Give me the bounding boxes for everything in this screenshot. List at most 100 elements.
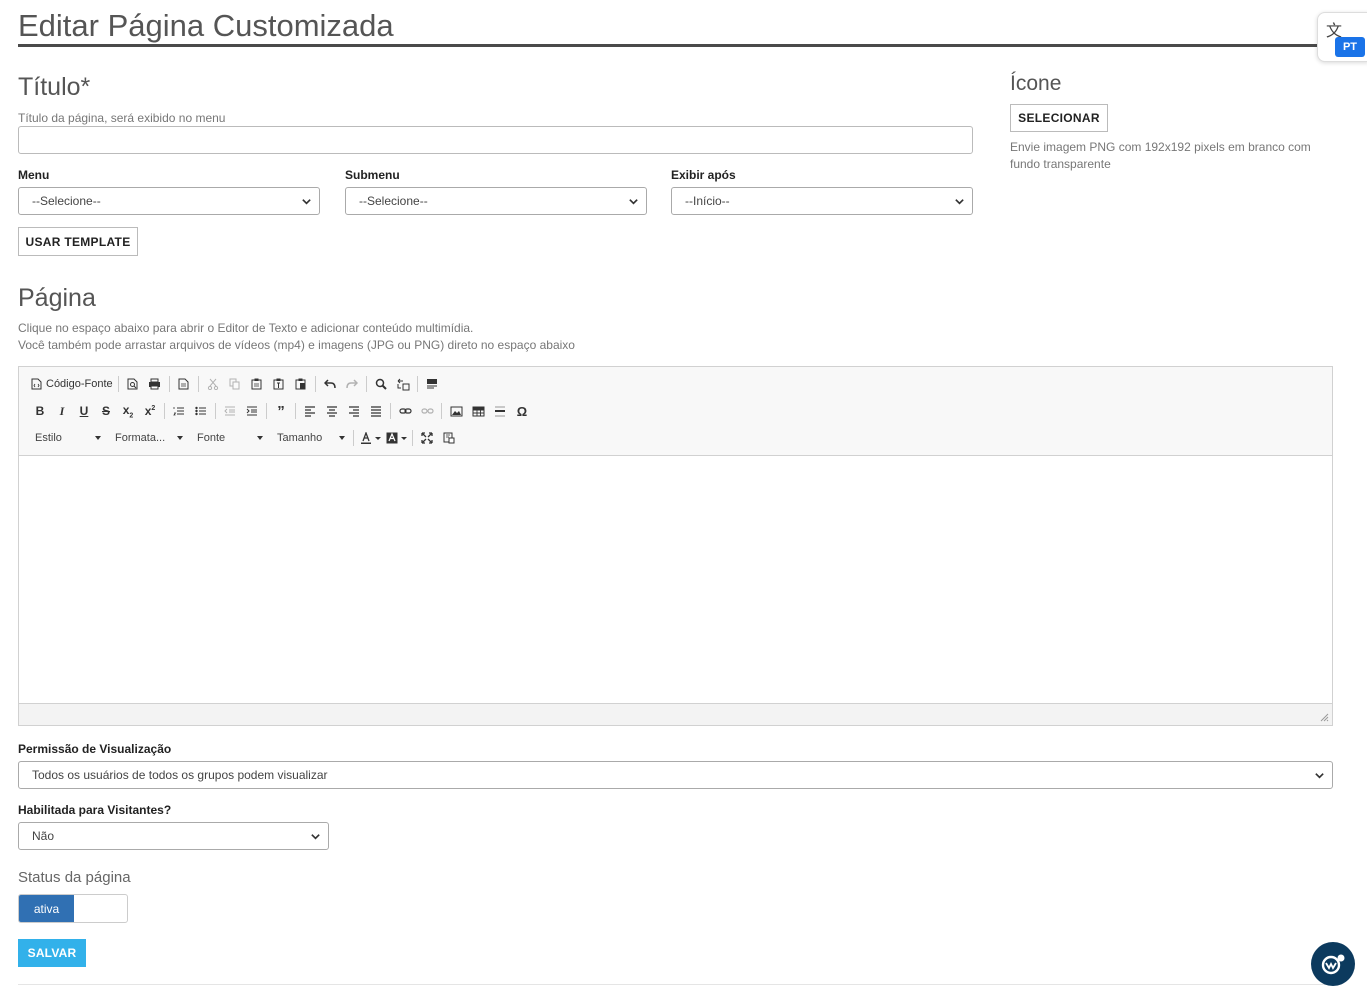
align-left-button[interactable] bbox=[299, 401, 321, 421]
show-blocks-button[interactable] bbox=[421, 374, 443, 394]
format-combo[interactable]: Formata... bbox=[109, 428, 187, 448]
about-button[interactable] bbox=[438, 428, 460, 448]
font-combo-label: Fonte bbox=[197, 432, 226, 444]
toolbar-separator bbox=[390, 403, 391, 419]
toolbar-separator bbox=[365, 376, 367, 392]
link-button[interactable] bbox=[394, 401, 416, 421]
exibir-apos-select[interactable]: --Início-- bbox=[671, 187, 973, 215]
toolbar-separator bbox=[416, 376, 418, 392]
source-button[interactable]: Código-Fonte bbox=[29, 374, 115, 394]
copy-icon bbox=[229, 378, 240, 390]
status-label: Status da página bbox=[18, 869, 131, 886]
replace-icon bbox=[397, 378, 410, 390]
about-icon bbox=[443, 432, 455, 444]
toolbar-separator bbox=[353, 430, 354, 446]
chat-support-button[interactable] bbox=[1311, 942, 1355, 986]
align-right-button[interactable] bbox=[343, 401, 365, 421]
visitors-select[interactable]: Não bbox=[18, 822, 329, 850]
page-help-line1: Clique no espaço abaixo para abrir o Edi… bbox=[18, 321, 474, 335]
show-blocks-icon bbox=[426, 379, 437, 389]
caret-down-icon bbox=[374, 436, 381, 440]
toolbar-row-1: Código-Fonte bbox=[29, 373, 443, 395]
exibir-apos-label: Exibir após bbox=[671, 168, 736, 182]
replace-button[interactable] bbox=[392, 374, 414, 394]
horizontal-rule-button[interactable] bbox=[489, 401, 511, 421]
templates-button[interactable] bbox=[173, 374, 195, 394]
resize-handle-icon[interactable] bbox=[1320, 713, 1329, 722]
permission-select-value: Todos os usuários de todos os grupos pod… bbox=[32, 768, 328, 782]
cut-icon bbox=[207, 378, 218, 390]
toolbar-separator bbox=[266, 403, 267, 419]
unlink-button[interactable] bbox=[416, 401, 438, 421]
link-icon bbox=[398, 408, 412, 414]
find-button[interactable] bbox=[370, 374, 392, 394]
special-char-icon: Ω bbox=[516, 403, 528, 419]
font-combo[interactable]: Fonte bbox=[191, 428, 267, 448]
chevron-down-icon bbox=[1315, 773, 1324, 779]
paste-text-button[interactable] bbox=[268, 374, 290, 394]
bulleted-list-button[interactable] bbox=[190, 401, 212, 421]
maximize-button[interactable] bbox=[416, 428, 438, 448]
paste-icon bbox=[251, 378, 262, 390]
subscript-button[interactable]: x2 bbox=[117, 401, 139, 421]
save-button[interactable]: SALVAR bbox=[18, 939, 86, 967]
submenu-select[interactable]: --Selecione-- bbox=[345, 187, 647, 215]
menu-label: Menu bbox=[18, 168, 50, 182]
strike-button[interactable]: S bbox=[95, 401, 117, 421]
table-icon bbox=[472, 406, 484, 416]
print-button[interactable] bbox=[144, 374, 166, 394]
justify-icon bbox=[371, 406, 381, 417]
numbered-list-button[interactable] bbox=[168, 401, 190, 421]
italic-button[interactable]: I bbox=[51, 401, 73, 421]
status-toggle-on: ativa bbox=[19, 895, 74, 922]
paste-word-button[interactable] bbox=[290, 374, 312, 394]
blockquote-button[interactable]: ” bbox=[270, 401, 292, 421]
icon-heading: Ícone bbox=[1010, 72, 1062, 95]
text-color-button[interactable] bbox=[357, 428, 383, 448]
language-badge: PT bbox=[1335, 37, 1365, 57]
menu-select[interactable]: --Selecione-- bbox=[18, 187, 320, 215]
maximize-icon bbox=[421, 432, 433, 444]
align-center-icon bbox=[327, 406, 337, 417]
indent-button[interactable] bbox=[241, 401, 263, 421]
superscript-icon: x2 bbox=[144, 404, 156, 418]
special-char-button[interactable]: Ω bbox=[511, 401, 533, 421]
submenu-label: Submenu bbox=[345, 168, 400, 182]
preview-button[interactable] bbox=[122, 374, 144, 394]
superscript-button[interactable]: x2 bbox=[139, 401, 161, 421]
bg-color-icon bbox=[386, 432, 397, 444]
align-center-button[interactable] bbox=[321, 401, 343, 421]
toolbar-row-3: Estilo Formata... Fonte Tamanho bbox=[29, 427, 460, 449]
title-input[interactable] bbox=[18, 126, 973, 154]
unlink-icon bbox=[420, 408, 434, 414]
subscript-icon: x2 bbox=[122, 402, 134, 420]
style-combo[interactable]: Estilo bbox=[29, 428, 105, 448]
bold-icon: B bbox=[35, 404, 45, 418]
underline-button[interactable]: U bbox=[73, 401, 95, 421]
editor-toolbar: Código-Fonte B I U S x2 x2 ” Ω Estilo Fo… bbox=[19, 367, 1332, 456]
select-icon-button[interactable]: SELECIONAR bbox=[1010, 104, 1108, 132]
undo-button[interactable] bbox=[319, 374, 341, 394]
paste-button[interactable] bbox=[246, 374, 268, 394]
table-button[interactable] bbox=[467, 401, 489, 421]
size-combo[interactable]: Tamanho bbox=[271, 428, 349, 448]
translate-widget[interactable]: 文 PT bbox=[1317, 12, 1367, 62]
numbered-list-icon bbox=[173, 407, 184, 416]
bg-color-button[interactable] bbox=[383, 428, 409, 448]
justify-button[interactable] bbox=[365, 401, 387, 421]
bulleted-list-icon bbox=[195, 406, 206, 416]
toolbar-separator bbox=[441, 403, 442, 419]
bold-button[interactable]: B bbox=[29, 401, 51, 421]
use-template-button[interactable]: USAR TEMPLATE bbox=[18, 227, 138, 256]
chevron-down-icon bbox=[955, 199, 964, 205]
image-button[interactable] bbox=[445, 401, 467, 421]
outdent-button[interactable] bbox=[219, 401, 241, 421]
toolbar-separator bbox=[314, 376, 316, 392]
style-combo-label: Estilo bbox=[35, 432, 62, 444]
editor-content-area[interactable] bbox=[19, 456, 1332, 704]
permission-select[interactable]: Todos os usuários de todos os grupos pod… bbox=[18, 761, 1333, 789]
redo-button[interactable] bbox=[341, 374, 363, 394]
cut-button[interactable] bbox=[202, 374, 224, 394]
copy-button[interactable] bbox=[224, 374, 246, 394]
status-toggle[interactable]: ativa bbox=[18, 894, 128, 923]
